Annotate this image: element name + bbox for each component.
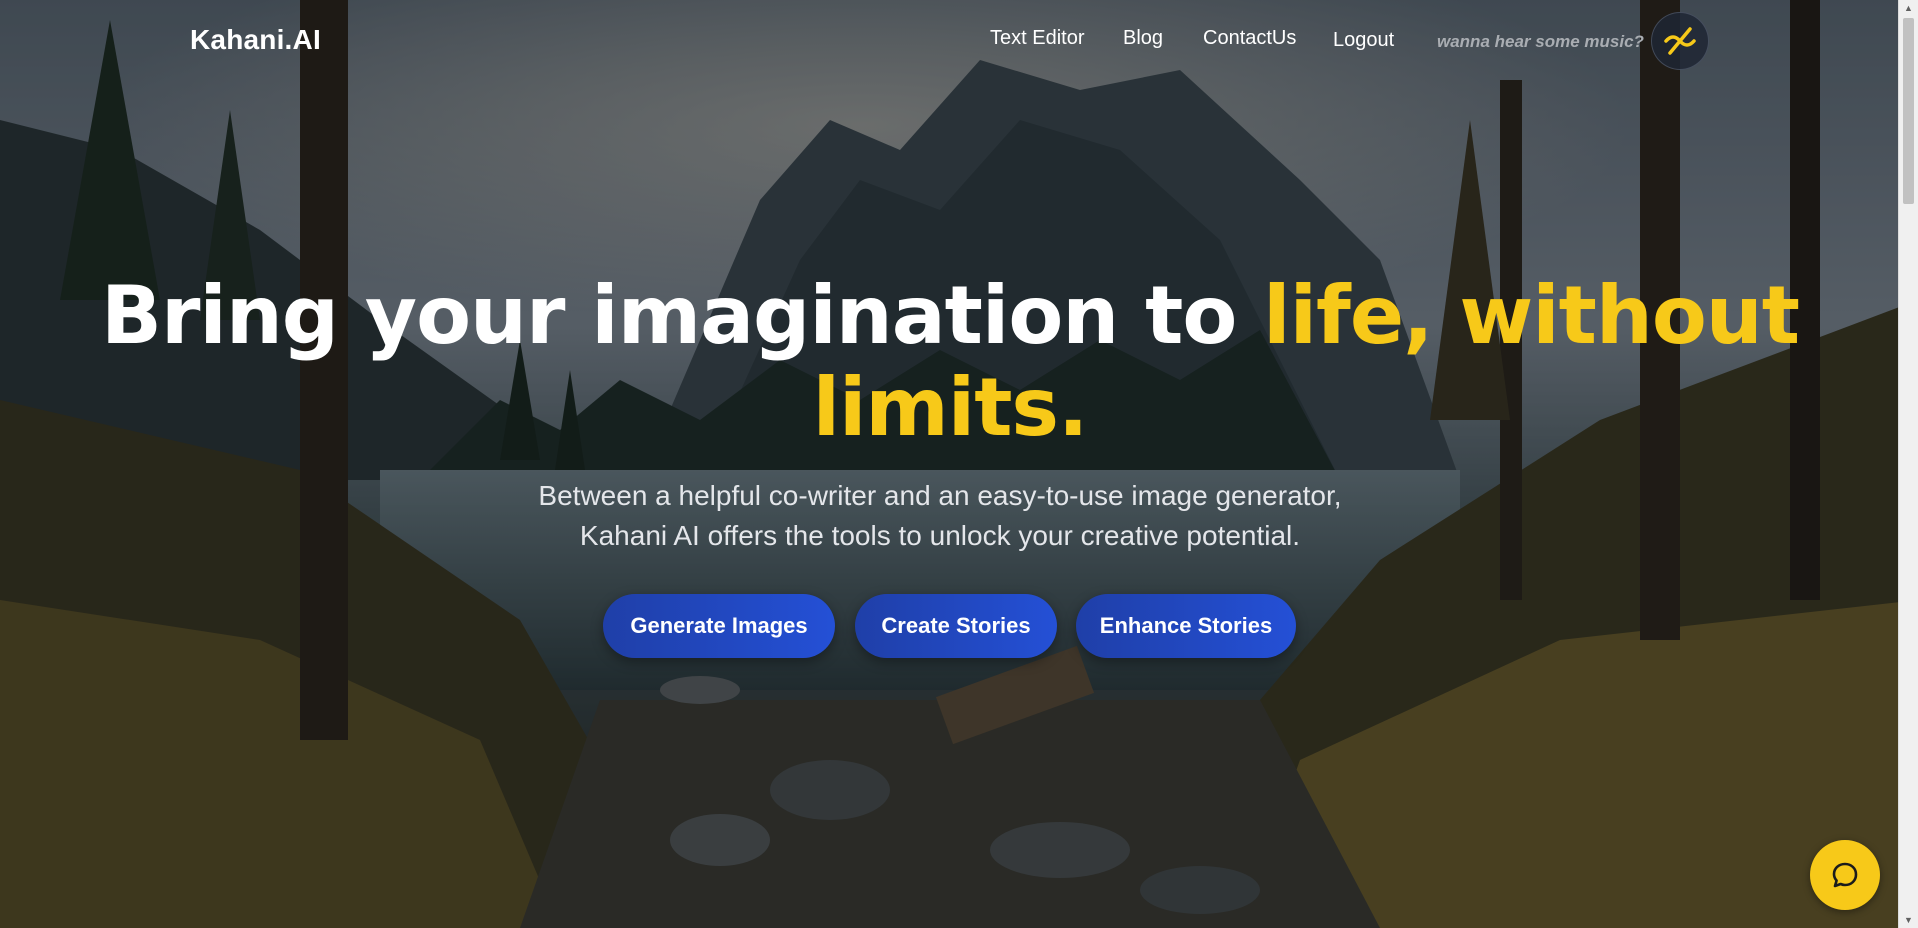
hero-subtitle-line-1: Between a helpful co-writer and an easy-… — [538, 480, 1342, 511]
chat-button[interactable] — [1810, 840, 1880, 910]
hero-subtitle-line-2: Kahani AI offers the tools to unlock you… — [579, 520, 1301, 551]
music-hint-text: wanna hear some music? — [1437, 32, 1644, 51]
generate-images-button[interactable]: Generate Images — [603, 594, 835, 658]
create-stories-button[interactable]: Create Stories — [855, 594, 1057, 658]
music-muted-icon — [1664, 27, 1696, 55]
scroll-up-arrow-icon[interactable]: ▲ — [1899, 0, 1918, 16]
nav-link-contact[interactable]: ContactUs — [1203, 27, 1296, 50]
hero-heading: Bring your imagination to life, without … — [40, 270, 1860, 454]
landing-page: Kahani.AI Text Editor Blog ContactUs Log… — [0, 0, 1918, 928]
chat-bubble-icon — [1832, 862, 1858, 888]
nav-link-blog[interactable]: Blog — [1123, 27, 1163, 50]
nav-link-logout[interactable]: Logout — [1333, 29, 1394, 52]
brand-logo[interactable]: Kahani.AI — [190, 24, 321, 56]
hero-subtitle: Between a helpful co-writer and an easy-… — [460, 476, 1420, 556]
music-toggle-button[interactable] — [1651, 12, 1709, 70]
dark-overlay — [0, 0, 1918, 928]
page-scrollbar[interactable]: ▲ ▼ — [1898, 0, 1918, 928]
hero-heading-main: Bring your imagination to — [101, 269, 1264, 362]
nav-link-text-editor[interactable]: Text Editor — [990, 27, 1084, 50]
scroll-down-arrow-icon[interactable]: ▼ — [1899, 912, 1918, 928]
top-nav: Kahani.AI Text Editor Blog ContactUs Log… — [0, 0, 1898, 84]
scrollbar-thumb[interactable] — [1903, 18, 1914, 204]
enhance-stories-button[interactable]: Enhance Stories — [1076, 594, 1296, 658]
